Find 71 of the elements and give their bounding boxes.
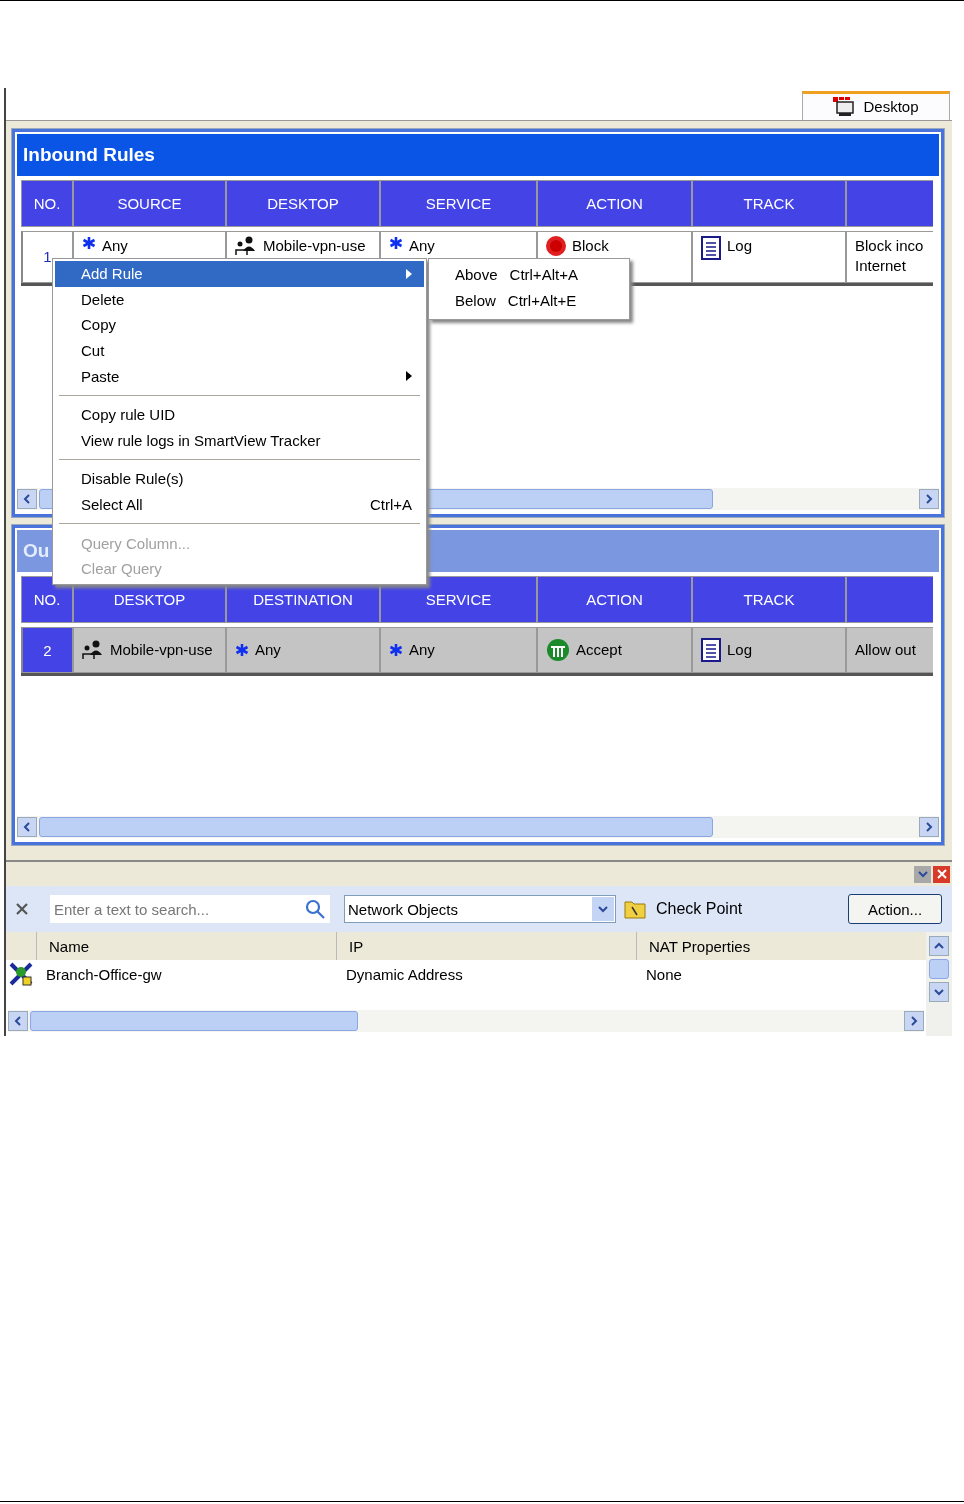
column-header[interactable]: NAT Properties [636,932,926,961]
column-header[interactable]: SERVICE [380,576,537,624]
user-icon [82,640,104,661]
scroll-right-button[interactable] [919,817,939,838]
submenu-arrow-icon [406,268,412,279]
scroll-left-button[interactable] [17,817,37,838]
table-cell: Any [226,627,380,674]
asterisk-icon [389,235,403,250]
scroll-left-button[interactable] [8,1011,28,1031]
panel-title: Inbound Rules [17,133,939,176]
menu-item[interactable]: Add Rule [55,261,424,287]
submenu-arrow-icon [406,371,412,382]
scroll-up-button[interactable] [929,936,949,957]
asterisk-icon [235,643,249,658]
close-button[interactable] [933,865,950,883]
column-header[interactable]: Name [36,932,336,961]
column-header[interactable]: SOURCE [73,179,226,227]
scroll-right-button[interactable] [904,1011,924,1031]
table-cell: Any [380,627,537,674]
table-cell: Mobile-vpn-use [73,627,226,674]
accept-icon [546,638,570,663]
desktop-icon [833,96,856,117]
folder-label: Check Point [656,900,743,919]
column-header[interactable]: NO. [21,576,73,624]
close-icon [936,869,947,880]
folder-icon [624,899,646,920]
gateway-icon [9,962,33,987]
column-header[interactable]: TRACK [692,576,846,624]
menu-item[interactable]: Paste [55,363,424,389]
scroll-right-button[interactable] [919,489,939,510]
menu-item[interactable]: View rule logs in SmartView Tracker [55,427,424,454]
menu-item[interactable]: Delete [55,286,424,313]
table-cell: Block inco Internet [846,230,933,283]
action-button[interactable]: Action... [848,894,942,925]
menu-item[interactable]: Select All Ctrl+A [55,491,424,518]
asterisk-icon [389,643,403,658]
table-cell: Log [692,230,846,283]
search-field[interactable]: Enter a text to search... [50,895,300,924]
menu-item[interactable]: Copy rule UID [55,401,424,428]
scroll-left-button[interactable] [17,489,37,510]
user-icon [235,235,257,256]
column-header[interactable]: IP [336,932,636,961]
column-header[interactable]: DESKTOP [226,179,380,227]
scrollbar-thumb[interactable] [929,959,949,980]
menu-item[interactable]: Disable Rule(s) [55,466,424,492]
clear-icon [16,903,28,916]
column-header[interactable]: ACTION [537,179,692,227]
column-header[interactable]: TRACK [692,179,846,227]
rule-number[interactable]: 2 [21,627,73,674]
tab[interactable]: Desktop [802,90,950,120]
document-icon [701,235,721,260]
category-dropdown[interactable]: Network Objects [344,895,616,924]
column-header[interactable]: SERVICE [380,179,537,227]
table-cell: Allow out [846,627,933,674]
document-icon [701,638,721,663]
list-cell[interactable]: Branch-Office-gw [36,960,336,989]
column-header[interactable]: NO. [21,179,73,227]
scroll-down-button[interactable] [929,982,949,1003]
scrollbar-thumb[interactable] [30,1011,358,1031]
scrollbar-thumb[interactable] [39,817,713,838]
column-header[interactable]: ACTION [537,576,692,624]
list-cell-text: None [645,964,683,985]
asterisk-icon [82,235,96,250]
list-cell-text: Dynamic Address [345,964,464,985]
stop-icon [546,235,566,256]
menu-item[interactable]: Copy [55,312,424,338]
minimize-button[interactable] [914,865,931,883]
table-cell: Accept [537,627,692,674]
table-cell: Log [692,627,846,674]
menu-item[interactable]: Below Ctrl+Alt+E [429,287,629,313]
menu-item[interactable]: Cut [55,337,424,364]
